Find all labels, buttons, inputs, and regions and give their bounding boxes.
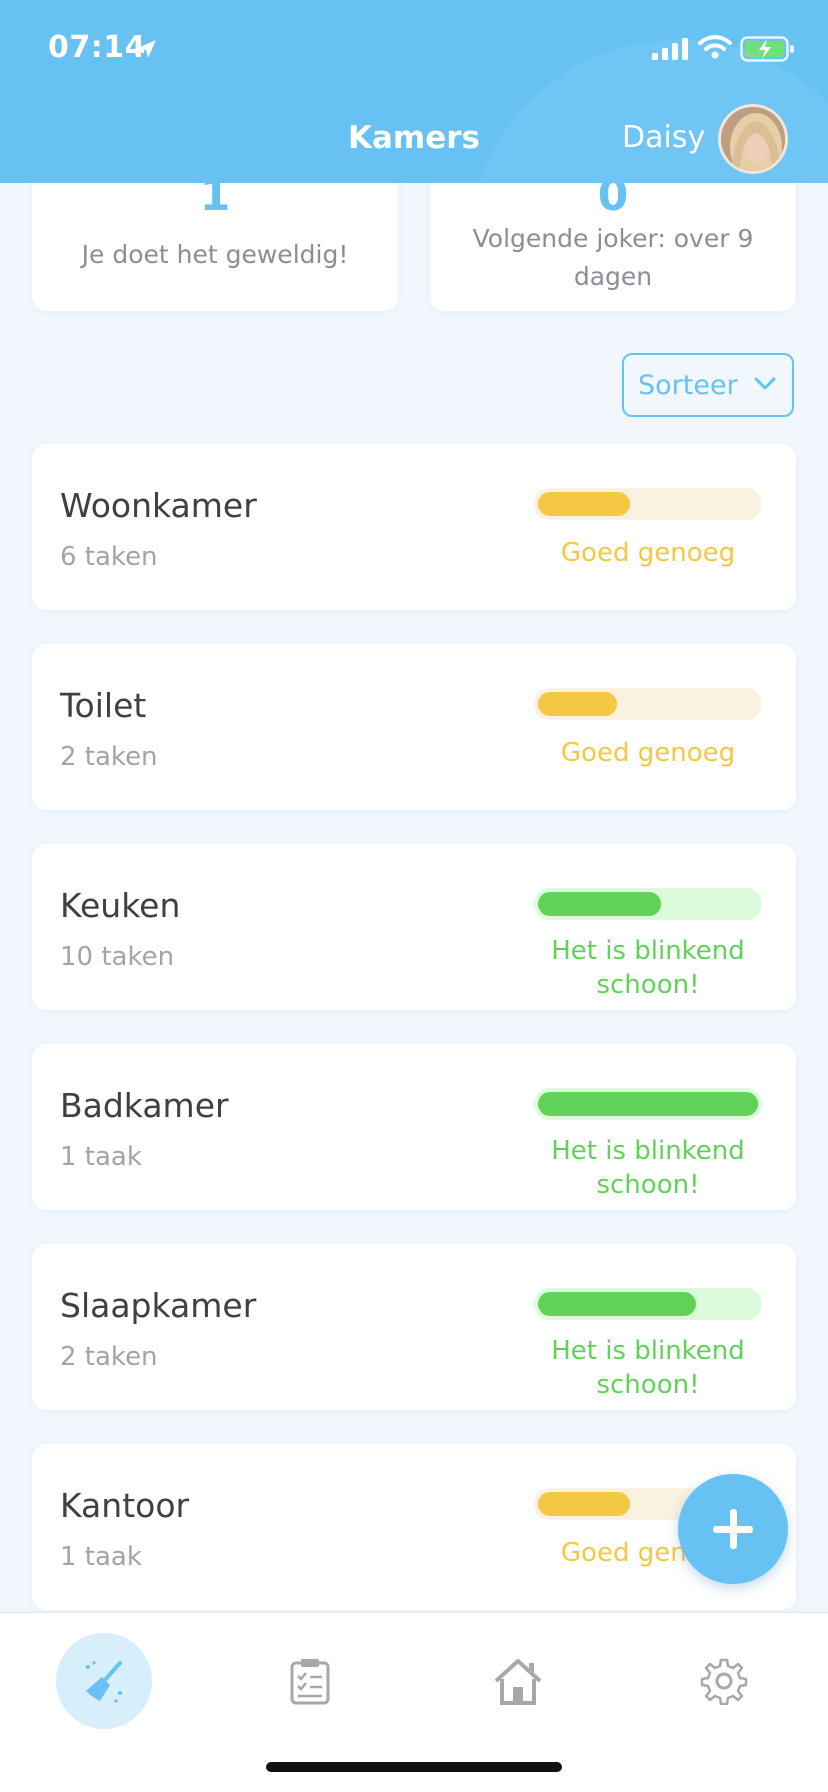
page-title: Kamers [347,120,480,156]
room-status-line1: Het is blinkend [551,936,745,966]
home-indicator [266,1762,562,1772]
room-status: Het is blinkend schoon! [516,1134,780,1202]
status-time: 07:14 [48,30,146,65]
plus-icon [713,1509,753,1549]
content-scroll[interactable]: 1 Je doet het geweldig! 0 Volgende joker… [0,0,828,1612]
room-status: Het is blinkend schoon! [516,1334,780,1402]
cleanliness-bar [534,888,762,920]
room-status-line2: schoon! [596,1370,700,1400]
room-name: Badkamer [60,1086,229,1125]
room-task-count: 6 taken [60,542,158,572]
room-status: Goed genoeg [516,736,780,770]
cleanliness-bar [534,1088,762,1120]
clipboard-icon [290,1659,330,1705]
room-status-line1: Goed genoeg [560,538,736,568]
add-room-button[interactable] [678,1474,788,1584]
sort-label: Sorteer [638,369,738,401]
room-name: Keuken [60,886,181,925]
broom-icon [86,1661,122,1703]
room-card[interactable]: Slaapkamer 2 taken Het is blinkend schoon! [32,1244,796,1410]
tab-settings[interactable] [676,1633,772,1729]
cleanliness-bar-fill [538,692,617,716]
cleanliness-bar-fill [538,1092,758,1116]
room-task-count: 1 taak [60,1142,142,1172]
room-status-line1: Goed genoeg [560,738,736,768]
tab-home[interactable] [470,1633,566,1729]
cleanliness-bar [534,488,762,520]
house-icon [494,1659,542,1705]
room-name: Slaapkamer [60,1286,257,1325]
room-card[interactable]: Toilet 2 taken Goed genoeg [32,644,796,810]
room-status-line1: Het is blinkend [551,1336,745,1366]
cleanliness-bar-fill [538,1492,630,1516]
room-status-line2: schoon! [596,970,700,1000]
location-arrow-icon [138,40,156,58]
tab-tasks[interactable] [262,1633,358,1729]
room-card[interactable]: Badkamer 1 taak Het is blinkend schoon! [32,1044,796,1210]
room-status-line1: Het is blinkend [551,1136,745,1166]
room-status: Goed genoeg [516,536,780,570]
sort-dropdown[interactable]: Sorteer [622,353,794,417]
cleanliness-bar [534,688,762,720]
cleanliness-bar [534,1288,762,1320]
cleanliness-bar-fill [538,1292,696,1316]
room-name: Woonkamer [60,486,257,525]
cleanliness-bar-fill [538,492,630,516]
tab-rooms[interactable] [56,1633,152,1729]
room-task-count: 2 taken [60,1342,158,1372]
cellular-signal-icon [652,38,688,60]
joker-text-line1: Volgende joker: over 9 [472,224,754,253]
gear-icon [700,1658,748,1705]
room-status-line2: schoon! [596,1170,700,1200]
room-task-count: 1 taak [60,1542,142,1572]
chevron-down-icon [754,377,776,390]
room-card[interactable]: Keuken 10 taken Het is blinkend schoon! [32,844,796,1010]
streak-text: Je doet het geweldig! [81,240,349,269]
wifi-icon [698,35,732,59]
room-name: Kantoor [60,1486,190,1525]
battery-charging-icon [740,36,794,62]
avatar[interactable] [718,104,788,174]
joker-text-line2: dagen [573,262,653,291]
room-status: Het is blinkend schoon! [516,934,780,1002]
app-header: 07:14 Kamers Daisy [0,0,828,183]
room-task-count: 2 taken [60,742,158,772]
room-name: Toilet [60,686,147,725]
cleanliness-bar-fill [538,892,661,916]
user-name[interactable]: Daisy [622,120,705,155]
room-card[interactable]: Woonkamer 6 taken Goed genoeg [32,444,796,610]
room-task-count: 10 taken [60,942,175,972]
